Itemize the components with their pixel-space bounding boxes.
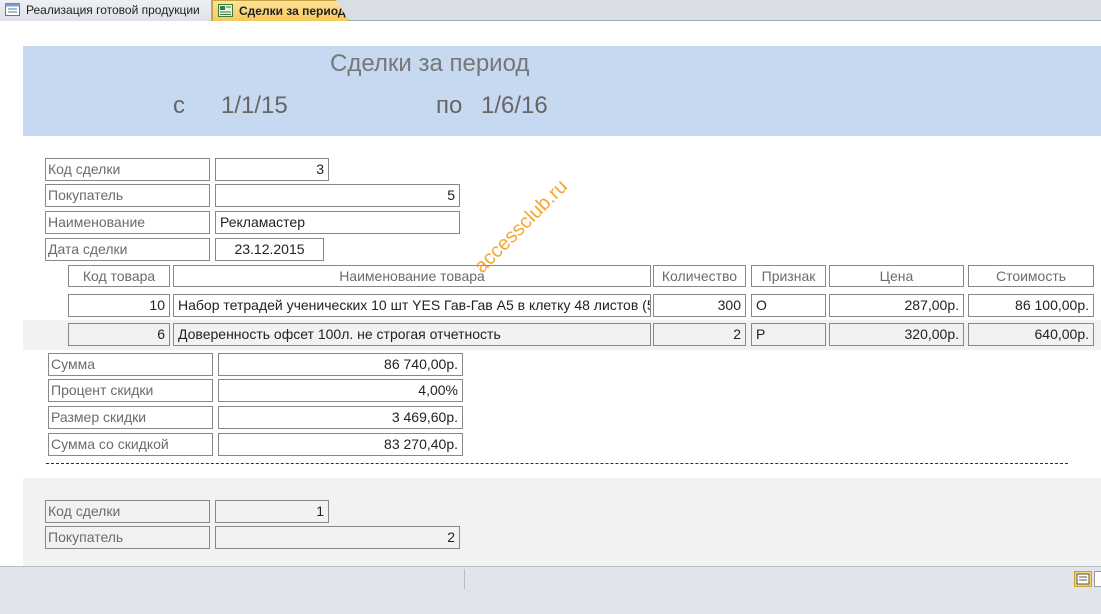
watermark: accessclub.ru [470,175,573,278]
sum-discounted-label: Сумма со скидкой [48,433,213,456]
report-view: Сделки за период с 1/1/15 по 1/6/16 Код … [0,22,1101,566]
document-tab-bar: Реализация готовой продукции Сделки за п… [0,0,1101,21]
col-header-price: Цена [829,265,964,287]
sign-cell[interactable]: О [751,294,826,317]
col-header-cost: Стоимость [968,265,1094,287]
product-code-cell[interactable]: 6 [68,323,170,346]
report-header [23,46,1101,136]
status-segment [465,569,1065,589]
to-date: 1/6/16 [481,92,548,119]
print-preview-button[interactable] [1094,571,1101,587]
deal-date-field[interactable]: 23.12.2015 [215,238,324,261]
tab-deals-report-label: Сделки за период [239,4,346,18]
quantity-cell[interactable]: 300 [653,294,746,317]
tab-sales-form-label: Реализация готовой продукции [26,3,200,17]
deal-code-field[interactable]: 1 [215,500,329,523]
cost-cell[interactable]: 640,00р. [968,323,1094,346]
name-field[interactable]: Рекламастер [215,211,460,234]
price-cell[interactable]: 320,00р. [829,323,964,346]
col-header-sign: Признак [751,265,826,287]
tab-deals-report[interactable]: Сделки за период [212,0,349,21]
name-label: Наименование [45,211,210,234]
sum-label: Сумма [48,353,213,376]
deal-code-label: Код сделки [45,500,210,523]
product-name-cell[interactable]: Набор тетрадей ученических 10 шт YES Гав… [173,294,651,317]
cost-cell[interactable]: 86 100,00р. [968,294,1094,317]
deal-code-label: Код сделки [45,158,210,181]
col-header-product-code: Код товара [68,265,170,287]
from-date: 1/1/15 [221,92,288,119]
form-icon [5,3,20,16]
page-break-line [46,463,1068,464]
quantity-cell[interactable]: 2 [653,323,746,346]
buyer-label: Покупатель [45,526,210,549]
col-header-quantity: Количество [653,265,746,287]
col-header-product-name: Наименование товара [173,265,651,287]
to-label: по [436,92,463,119]
from-label: с [173,92,185,119]
sum-discounted-field[interactable]: 83 270,40р. [218,433,463,456]
tab-sales-form[interactable]: Реализация готовой продукции [0,0,212,21]
sum-field[interactable]: 86 740,00р. [218,353,463,376]
price-cell[interactable]: 287,00р. [829,294,964,317]
status-segment [0,569,465,589]
buyer-field[interactable]: 5 [215,184,460,207]
deal-code-field[interactable]: 3 [215,158,329,181]
discount-percent-label: Процент скидки [48,379,213,402]
report-view-button[interactable] [1074,571,1092,587]
discount-amount-field[interactable]: 3 469,60р. [218,406,463,429]
sign-cell[interactable]: Р [751,323,826,346]
status-bar [0,566,1101,614]
deal-date-label: Дата сделки [45,238,210,261]
product-code-cell[interactable]: 10 [68,294,170,317]
discount-percent-field[interactable]: 4,00% [218,379,463,402]
report-title: Сделки за период [330,50,530,77]
report-icon [218,4,233,17]
buyer-label: Покупатель [45,184,210,207]
product-name-cell[interactable]: Доверенность офсет 100л. не строгая отче… [173,323,651,346]
discount-amount-label: Размер скидки [48,406,213,429]
report-view-icon [1076,573,1090,585]
buyer-field[interactable]: 2 [215,526,460,549]
